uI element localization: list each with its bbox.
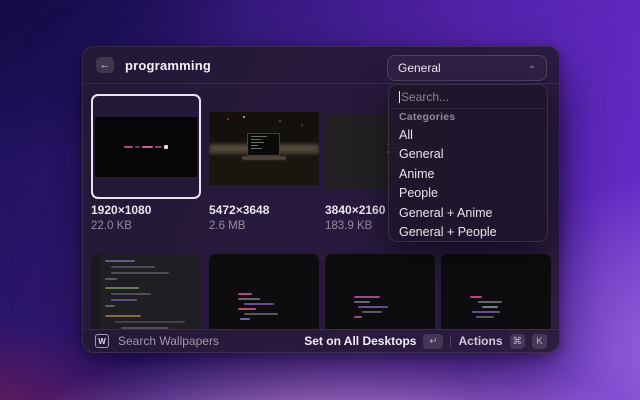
back-arrow-icon: ← — [100, 60, 111, 71]
window-header: ← programming General ⌃ — [83, 47, 559, 84]
footer-divider — [450, 336, 451, 347]
action-bar: W Search Wallpapers Set on All Desktops … — [83, 329, 559, 352]
wallpaper-image — [91, 254, 201, 329]
dropdown-search-placeholder: Search... — [401, 90, 449, 104]
app-icon-letter: W — [98, 337, 106, 346]
dropdown-option-general[interactable]: General — [389, 145, 547, 165]
wallpaper-dimensions: 5472×3648 — [209, 203, 319, 217]
wallpaper-image — [441, 254, 551, 329]
category-selected-value: General — [398, 61, 528, 75]
dropdown-option-anime[interactable]: Anime — [389, 164, 547, 184]
back-button[interactable]: ← — [96, 57, 114, 73]
wallpaper-image — [209, 254, 319, 329]
dropdown-section-label: Categories — [389, 109, 547, 125]
wallpaper-thumbnail[interactable] — [91, 254, 201, 329]
wallpaper-thumbnail[interactable] — [441, 254, 551, 329]
dropdown-option-general-anime[interactable]: General + Anime — [389, 203, 547, 223]
primary-action-label[interactable]: Set on All Desktops — [304, 334, 416, 348]
dropdown-option-people[interactable]: People — [389, 184, 547, 204]
wallpaper-thumbnail[interactable] — [209, 96, 319, 201]
dropdown-option-general-people[interactable]: General + People — [389, 223, 547, 243]
wallpapers-app-icon: W — [95, 334, 109, 348]
wallpaper-image — [209, 112, 319, 185]
wallpaper-image — [95, 117, 197, 177]
actions-menu-button[interactable]: Actions — [458, 334, 502, 348]
wallpaper-meta: 1920×1080 22.0 KB — [91, 203, 201, 232]
wallpaper-dimensions: 1920×1080 — [91, 203, 201, 217]
category-dropdown-button[interactable]: General ⌃ — [387, 55, 547, 81]
k-key-icon: K — [532, 334, 547, 349]
command-key-icon: ⌘ — [510, 334, 526, 349]
page-title: programming — [125, 58, 211, 73]
text-caret — [399, 91, 400, 103]
wallpaper-filesize: 2.6 MB — [209, 220, 319, 232]
wallpaper-filesize: 22.0 KB — [91, 220, 201, 232]
dropdown-option-all[interactable]: All — [389, 125, 547, 145]
dropdown-search-field[interactable]: Search... — [389, 85, 547, 109]
wallpaper-thumbnail-selected[interactable] — [91, 94, 201, 199]
wallpaper-meta: 5472×3648 2.6 MB — [209, 203, 319, 232]
chevron-up-icon: ⌃ — [528, 65, 536, 76]
enter-key-icon: ↵ — [423, 334, 443, 349]
wallpaper-image — [325, 254, 435, 329]
wallpaper-thumbnail[interactable] — [209, 254, 319, 329]
extension-name: Search Wallpapers — [118, 334, 219, 348]
wallpaper-thumbnail[interactable] — [325, 254, 435, 329]
category-dropdown-menu: Search... Categories All General Anime P… — [388, 84, 548, 242]
